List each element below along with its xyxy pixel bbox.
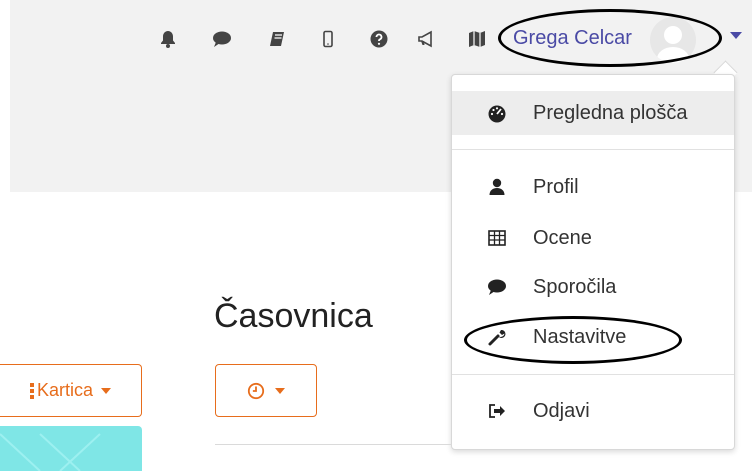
caret-down-icon — [101, 387, 112, 394]
bullhorn-icon[interactable] — [413, 26, 439, 52]
book-icon[interactable] — [264, 26, 290, 52]
table-icon — [486, 227, 508, 249]
question-icon[interactable] — [366, 26, 392, 52]
comment-icon — [486, 276, 508, 298]
divider — [215, 444, 452, 445]
menu-item-messages[interactable]: Sporočila — [452, 265, 734, 309]
menu-item-label: Profil — [533, 175, 579, 198]
view-mode-label: Kartica — [36, 380, 94, 400]
sign-out-icon — [486, 400, 508, 422]
map-icon[interactable] — [464, 26, 490, 52]
menu-item-label: Pregledna plošča — [533, 101, 688, 124]
menu-item-grades[interactable]: Ocene — [452, 216, 734, 260]
sort-time-button[interactable] — [215, 364, 317, 417]
ellipsis-vertical-icon — [29, 382, 34, 399]
divider — [452, 149, 734, 150]
menu-item-label: Odjavi — [533, 399, 590, 422]
caret-down-icon — [275, 387, 285, 394]
view-mode-button[interactable]: Kartica — [0, 364, 142, 417]
mobile-icon[interactable] — [315, 26, 341, 52]
comment-icon[interactable] — [209, 26, 235, 52]
course-card-image[interactable] — [0, 426, 142, 472]
tachometer-icon — [486, 102, 508, 124]
user-name[interactable]: Grega Celcar — [513, 27, 632, 50]
clock-icon — [247, 382, 265, 400]
menu-item-logout[interactable]: Odjavi — [452, 389, 734, 433]
user-menu: Pregledna plošča Profil Ocene Sporočila … — [451, 74, 735, 450]
menu-item-label: Sporočila — [533, 275, 617, 298]
page-title: Časovnica — [214, 297, 373, 335]
menu-item-profile[interactable]: Profil — [452, 165, 734, 209]
avatar[interactable] — [650, 17, 696, 63]
wrench-icon — [486, 326, 508, 348]
bell-icon[interactable] — [155, 26, 181, 52]
user-icon — [486, 176, 508, 198]
menu-item-label: Ocene — [533, 226, 592, 249]
menu-item-dashboard[interactable]: Pregledna plošča — [452, 91, 734, 135]
divider — [452, 374, 734, 375]
menu-item-label: Nastavitve — [533, 325, 627, 348]
chevron-down-icon[interactable] — [730, 32, 742, 39]
menu-item-preferences[interactable]: Nastavitve — [452, 315, 734, 359]
